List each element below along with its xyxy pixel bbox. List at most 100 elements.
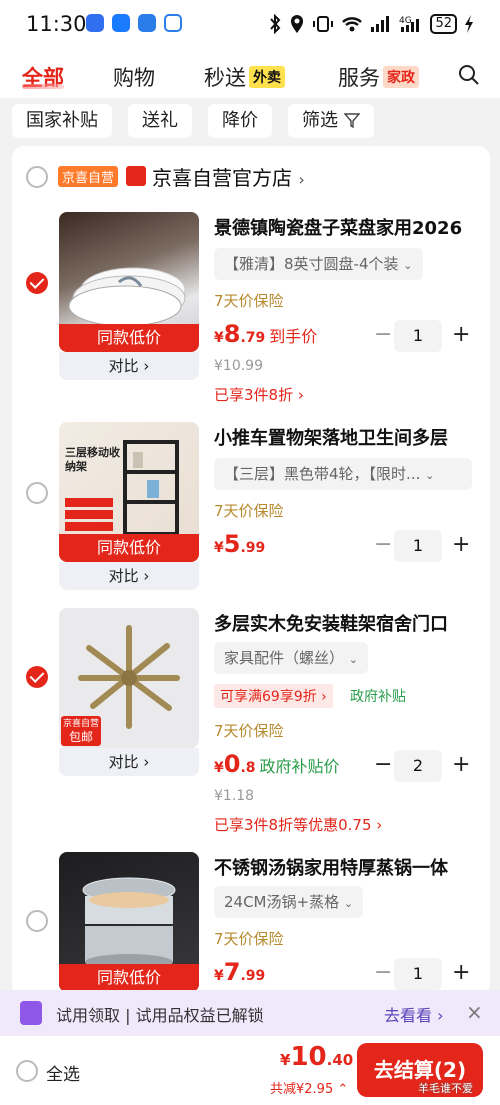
- store-select-checkbox[interactable]: [26, 166, 48, 188]
- increase-button[interactable]: +: [452, 960, 470, 985]
- battery-icon: 52: [430, 14, 457, 34]
- tab-instant[interactable]: 秒送 外卖: [204, 62, 285, 92]
- product-image[interactable]: 同款低价: [59, 852, 199, 992]
- price-protection: 7天价保险: [214, 930, 284, 948]
- same-lower-price-band: 同款低价: [59, 324, 199, 352]
- coupon-link[interactable]: 可享满69享9折 ›: [214, 684, 333, 708]
- badge-bottom-text: 包邮: [68, 730, 93, 744]
- spec-selector[interactable]: 家具配件（螺丝） ⌄: [214, 642, 369, 674]
- compare-button[interactable]: 对比 ›: [59, 352, 199, 380]
- compare-button[interactable]: 对比 ›: [59, 562, 199, 590]
- price-integer: 7: [223, 958, 241, 986]
- price-decimal: .99: [240, 968, 266, 984]
- decrease-button[interactable]: −: [374, 532, 392, 557]
- select-all-checkbox[interactable]: [16, 1060, 38, 1082]
- item-price: ¥5.99: [214, 530, 266, 558]
- increase-button[interactable]: +: [452, 322, 470, 347]
- filter-chips: 国家补贴 送礼 降价 筛选: [0, 100, 500, 144]
- cart-item: 同款低价 不锈钢汤锅家用特厚蒸锅一体 24CM汤锅+蒸格 ⌄ 7天价保险 ¥7.…: [12, 852, 490, 996]
- original-price: ¥1.18: [214, 788, 255, 804]
- cart-tabs: 全部 购物 秒送 外卖 服务 家政: [0, 52, 500, 98]
- increase-button[interactable]: +: [452, 532, 470, 557]
- search-icon[interactable]: [458, 64, 480, 86]
- price-protection: 7天价保险: [214, 502, 284, 520]
- tab-shopping[interactable]: 购物: [113, 62, 155, 92]
- app-notification-icon: [112, 14, 130, 32]
- product-image[interactable]: 三层移动收纳架 同款低价: [59, 422, 199, 562]
- chip-filter[interactable]: 筛选: [288, 104, 374, 138]
- discount-label: 共减¥2.95: [270, 1082, 334, 1097]
- price-protection: 7天价保险: [214, 722, 284, 740]
- item-select-checkbox[interactable]: [26, 910, 48, 932]
- coupon-label: 可享满69享9折: [220, 689, 317, 705]
- product-title[interactable]: 多层实木免安装鞋架宿舍门口: [214, 610, 448, 636]
- trial-text: 试用领取 | 试用品权益已解锁: [56, 1006, 264, 1025]
- chevron-down-icon: ⌄: [348, 653, 359, 666]
- compare-label: 对比: [108, 567, 139, 585]
- discount-detail-toggle[interactable]: 共减¥2.95 ⌃: [270, 1078, 348, 1097]
- status-time: 11:30: [26, 12, 87, 36]
- status-bar: 11:30 4G 52: [0, 0, 500, 52]
- quantity-stepper: − 1 +: [374, 320, 474, 352]
- spec-selector[interactable]: 【三层】黑色带4轮，【限时... ⌄: [214, 458, 472, 490]
- spec-selector[interactable]: 24CM汤锅+蒸格 ⌄: [214, 886, 364, 918]
- chip-price-drop[interactable]: 降价: [208, 104, 272, 138]
- tab-service[interactable]: 服务 家政: [338, 62, 419, 92]
- product-title[interactable]: 景德镇陶瓷盘子菜盘家用2026: [214, 214, 462, 240]
- svg-text:4G: 4G: [399, 16, 412, 26]
- bluetooth-icon: [270, 14, 281, 34]
- watermark: 羊毛谁不爱: [418, 1082, 473, 1095]
- chip-national-subsidy[interactable]: 国家补贴: [12, 104, 112, 138]
- price-decimal: .99: [240, 540, 266, 556]
- quantity-value[interactable]: 1: [394, 530, 442, 562]
- charging-icon: [465, 15, 473, 33]
- store-name-link[interactable]: 京喜自营官方店 ›: [152, 162, 305, 191]
- same-lower-price-band: 同款低价: [59, 534, 199, 562]
- total-integer: 10: [290, 1042, 327, 1072]
- price-note: 到手价: [269, 327, 318, 346]
- tab-instant-label: 秒送: [204, 66, 246, 90]
- decrease-button[interactable]: −: [374, 960, 392, 985]
- app-notification-icon: [138, 14, 156, 32]
- product-title[interactable]: 不锈钢汤锅家用特厚蒸锅一体: [214, 854, 448, 880]
- thumb-caption: 三层移动收纳架: [65, 446, 120, 473]
- price-decimal: .79: [240, 330, 266, 346]
- spec-selector[interactable]: 【雅清】8英寸圆盘-4个装 ⌄: [214, 248, 423, 280]
- store-header: 京喜自营 京喜自营官方店 ›: [12, 162, 490, 192]
- chevron-down-icon: ⌄: [425, 469, 435, 482]
- item-price: ¥7.99: [214, 958, 266, 986]
- chevron-right-icon: ›: [298, 170, 305, 189]
- promo-link[interactable]: 已享3件8折等优惠0.75 ›: [214, 814, 382, 835]
- quantity-value[interactable]: 1: [394, 320, 442, 352]
- product-image[interactable]: 同款低价: [59, 212, 199, 352]
- compare-button[interactable]: 对比 ›: [59, 748, 199, 776]
- store-badge: 京喜自营: [58, 166, 119, 187]
- signal-icon: [371, 16, 390, 32]
- select-all-label[interactable]: 全选: [46, 1060, 80, 1085]
- item-select-checkbox[interactable]: [26, 482, 48, 504]
- app-notification-icon: [86, 14, 104, 32]
- promo-label: 已享3件8折: [214, 386, 294, 404]
- quantity-value[interactable]: 1: [394, 958, 442, 990]
- chip-gift[interactable]: 送礼: [128, 104, 192, 138]
- close-icon[interactable]: ×: [466, 1000, 483, 1024]
- housekeeping-tag: 家政: [383, 66, 419, 88]
- original-price: ¥10.99: [214, 358, 263, 374]
- promo-link[interactable]: 已享3件8折 ›: [214, 384, 304, 405]
- product-image[interactable]: 京喜自营 包邮: [59, 608, 199, 748]
- decrease-button[interactable]: −: [374, 322, 392, 347]
- promo-label: 已享3件8折等优惠0.75: [214, 816, 372, 834]
- increase-button[interactable]: +: [452, 752, 470, 777]
- item-price: ¥0.8 政府补贴价: [214, 750, 340, 778]
- trial-view-link[interactable]: 去看看 ›: [384, 1002, 444, 1026]
- tab-service-label: 服务: [338, 66, 380, 90]
- spec-label: 家具配件（螺丝）: [224, 649, 345, 667]
- trial-link-label: 去看看: [384, 1006, 433, 1025]
- decrease-button[interactable]: −: [374, 752, 392, 777]
- trial-banner[interactable]: 试用领取 | 试用品权益已解锁 去看看 › ×: [0, 990, 500, 1036]
- product-title[interactable]: 小推车置物架落地卫生间多层: [214, 424, 448, 450]
- chevron-down-icon: ⌄: [343, 897, 354, 910]
- item-select-checkbox[interactable]: [26, 666, 48, 688]
- quantity-value[interactable]: 2: [394, 750, 442, 782]
- item-select-checkbox[interactable]: [26, 272, 48, 294]
